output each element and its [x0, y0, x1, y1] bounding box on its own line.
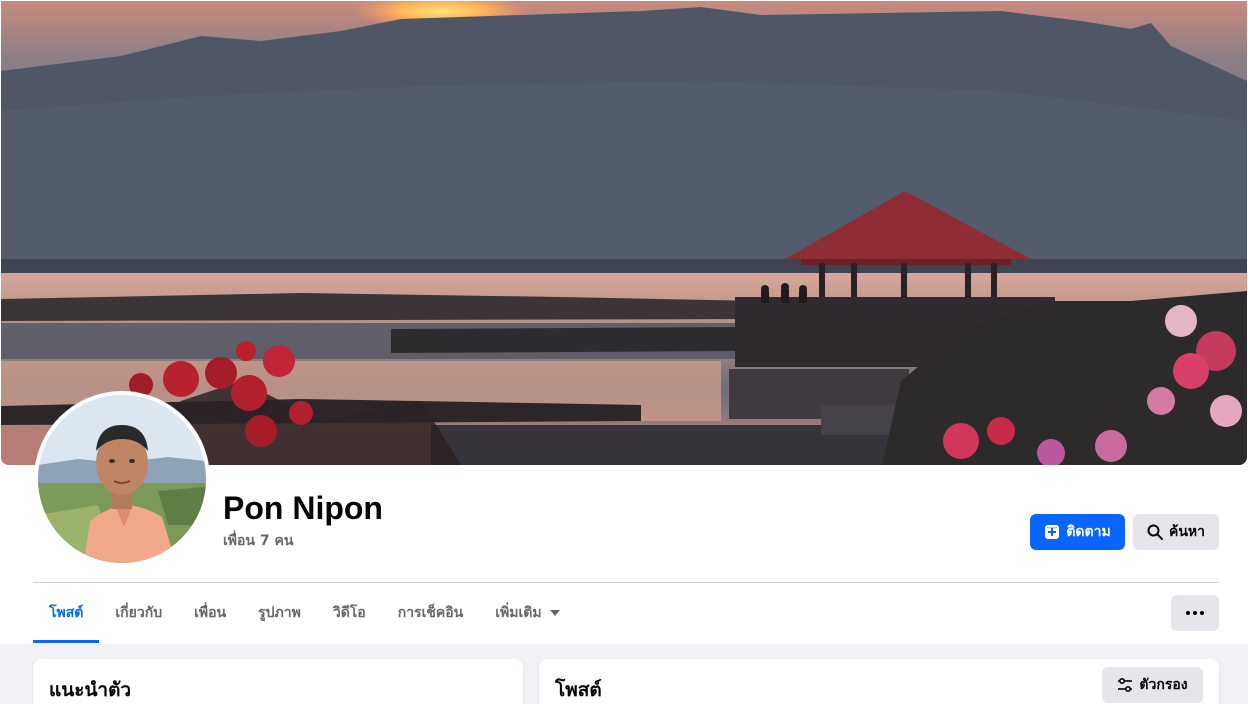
posts-card-title: โพสต์	[555, 679, 602, 701]
follow-icon	[1044, 524, 1060, 540]
tab-about[interactable]: เกี่ยวกับ	[99, 583, 178, 643]
follow-label: ติดตาม	[1066, 524, 1111, 540]
tab-friends[interactable]: เพื่อน	[178, 583, 242, 643]
tab-more[interactable]: เพิ่มเติม	[479, 583, 575, 643]
more-options-button[interactable]	[1171, 595, 1219, 631]
tab-checkins[interactable]: การเช็คอิน	[382, 583, 480, 643]
intro-card-title: แนะนำตัว	[49, 679, 132, 701]
tab-label: รูปภาพ	[258, 605, 301, 621]
tab-label: เพิ่มเติม	[495, 605, 542, 621]
search-button[interactable]: ค้นหา	[1133, 514, 1219, 550]
search-label: ค้นหา	[1168, 524, 1206, 540]
filter-button[interactable]: ตัวกรอง	[1102, 667, 1203, 703]
friends-count-link[interactable]: เพื่อน 7 คน	[223, 531, 293, 551]
tab-label: การเช็คอิน	[397, 605, 464, 621]
filter-label: ตัวกรอง	[1139, 677, 1188, 693]
tab-label: โพสต์	[49, 605, 84, 621]
tab-photos[interactable]: รูปภาพ	[242, 583, 317, 643]
tab-label: เพื่อน	[194, 605, 227, 621]
search-icon	[1147, 524, 1163, 540]
tab-label: วิดีโอ	[332, 605, 366, 621]
tab-label: เกี่ยวกับ	[115, 605, 163, 621]
tab-posts[interactable]: โพสต์	[33, 583, 100, 643]
profile-avatar[interactable]	[34, 391, 210, 567]
profile-tabs: โพสต์ เกี่ยวกับ เพื่อน รูปภาพ วิดีโอ การ…	[33, 583, 576, 643]
avatar-photo	[38, 395, 206, 563]
tab-videos[interactable]: วิดีโอ	[317, 583, 382, 643]
profile-page: Pon Nipon เพื่อน 7 คน ติดตาม ค้นหา โพสต์…	[0, 0, 1248, 704]
more-dots-icon	[1186, 611, 1204, 615]
posts-card: โพสต์ ตัวกรอง	[539, 659, 1219, 704]
caret-down-icon	[549, 610, 560, 616]
profile-name: Pon Nipon	[223, 490, 383, 526]
follow-button[interactable]: ติดตาม	[1030, 514, 1125, 550]
cover-photo[interactable]	[1, 1, 1247, 465]
filter-icon	[1117, 677, 1133, 693]
intro-card: แนะนำตัว	[33, 659, 523, 704]
